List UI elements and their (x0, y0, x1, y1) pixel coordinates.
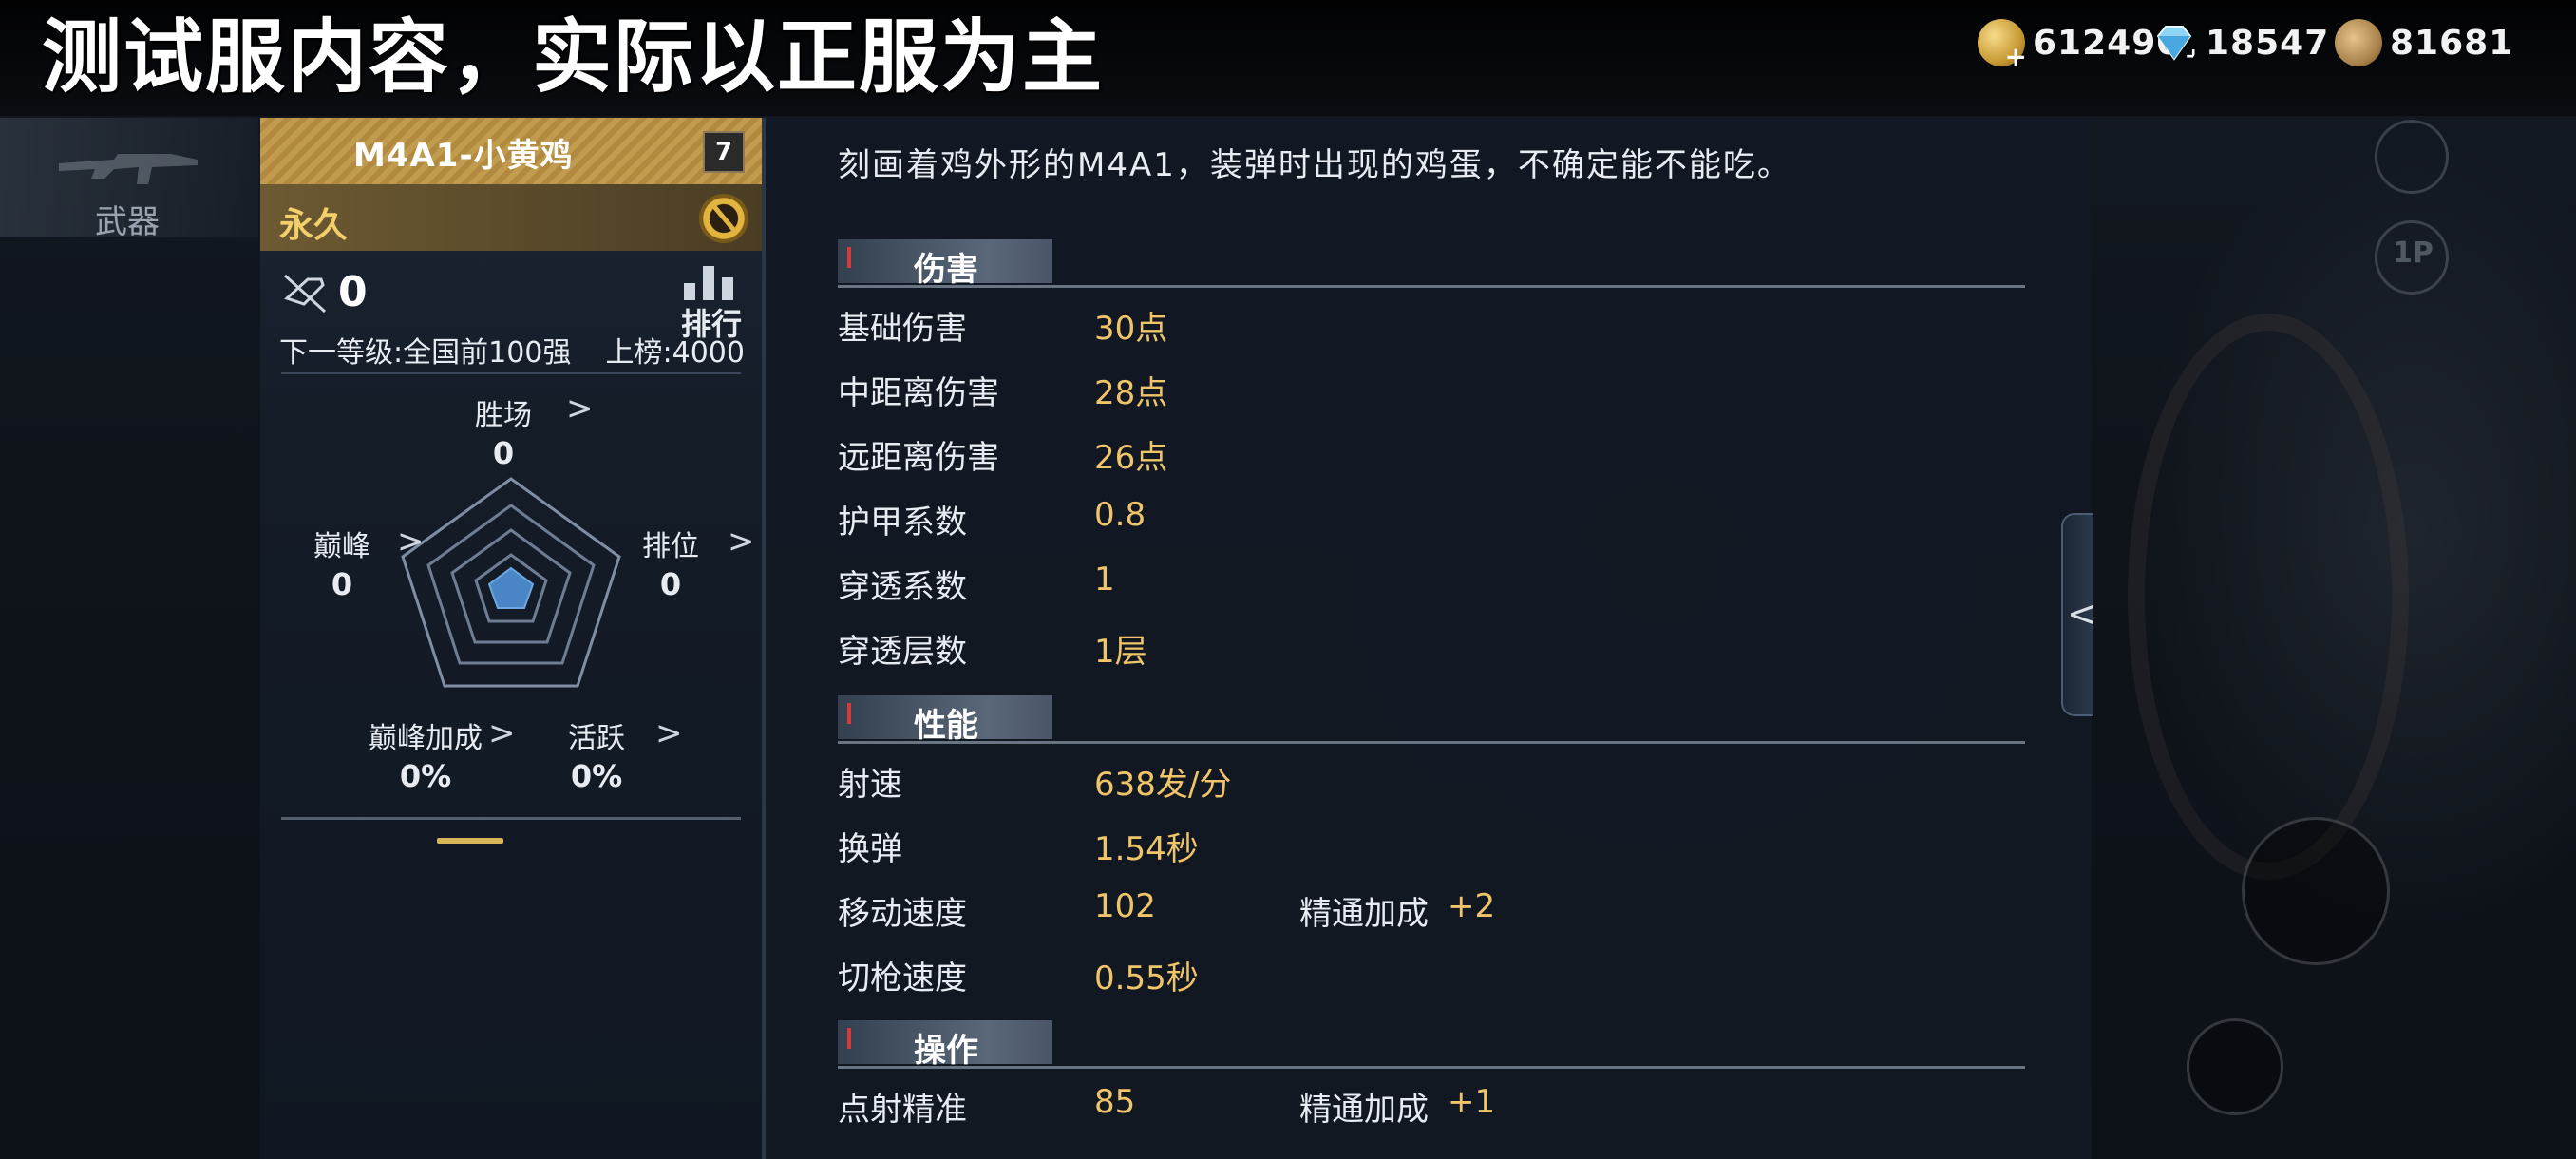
stat-activity-label: 活跃 (568, 722, 625, 755)
section-performance-header: 性能 (838, 695, 2025, 745)
rank-count: 0 (338, 268, 368, 316)
stat-key: 射速 (838, 766, 902, 804)
leaderboard-button[interactable]: 排行 (678, 262, 745, 342)
stat-key: 切枪速度 (838, 960, 967, 998)
mastery-badge-icon[interactable] (699, 194, 748, 243)
weapon-tab-label: 武器 (95, 203, 160, 241)
section-handling-title: 操作 (914, 1032, 978, 1070)
diamond-icon: + (2156, 26, 2198, 66)
weapon-level-badge: 7 (703, 131, 745, 173)
bg-target-ring (2128, 314, 2409, 880)
stat-peak-bonus[interactable]: 巅峰加成 0% (369, 714, 483, 794)
diamond-amount: 18547 (2206, 23, 2330, 63)
page-indicator (437, 838, 503, 844)
stat-key: 中距离伤害 (838, 374, 999, 412)
stat-key: 换弹 (838, 830, 902, 868)
stat-value: 30点 (1094, 310, 1168, 348)
stat-value: 638发/分 (1094, 766, 1232, 804)
stat-value: 1 (1094, 560, 1115, 598)
stat-value: 102 (1094, 887, 1156, 925)
stat-peak-value: 0 (331, 566, 353, 602)
radar-chart (401, 477, 621, 688)
stat-peak-label: 巅峰 (313, 530, 370, 563)
bg-view-mode-label: 1P (2393, 237, 2434, 270)
bg-knife-icon (2242, 817, 2390, 965)
stat-key: 移动速度 (838, 895, 967, 933)
stat-ranked-value: 0 (659, 566, 682, 602)
stat-value: 28点 (1094, 374, 1168, 412)
leaderboard-icon (678, 262, 745, 300)
rifle-icon (59, 154, 198, 184)
stat-wins-label: 胜场 (475, 399, 532, 432)
bg-settings-icon (2375, 120, 2449, 194)
stat-key: 点射精准 (838, 1091, 967, 1129)
mastery-bonus-value: +1 (1448, 1083, 1496, 1121)
duration-bar: 永久 (260, 184, 762, 251)
section-handling-header: 操作 (838, 1020, 2025, 1070)
stat-value: 0.55秒 (1094, 960, 1199, 998)
bg-view-mode-button: 1P (2375, 220, 2449, 294)
stat-activity-value: 0% (570, 758, 623, 794)
chevron-right-icon: > (566, 390, 594, 428)
chevron-right-icon: > (728, 522, 755, 560)
mastery-bonus-value: +2 (1448, 887, 1496, 925)
stat-wins-value: 0 (492, 435, 515, 471)
svg-text:+: + (2185, 45, 2198, 66)
stat-value: 0.8 (1094, 496, 1146, 534)
chevron-right-icon: > (397, 522, 425, 560)
medal-amount: 81681 (2390, 23, 2514, 63)
stat-key: 穿透系数 (838, 568, 967, 606)
weapon-name-bar: M4A1-小黄鸡 7 (260, 118, 762, 184)
crossed-gun-icon (283, 274, 327, 314)
mastery-bonus-label: 精通加成 (1299, 1091, 1429, 1129)
bg-swap-icon (2187, 1018, 2283, 1115)
stat-value: 1层 (1094, 633, 1147, 671)
weapon-details-panel[interactable]: 刻画着鸡外形的M4A1，装弹时出现的鸡蛋，不确定能不能吃。 伤害 基础伤害 30点… (764, 118, 2092, 1159)
rank-threshold: 上榜:4000 (605, 336, 745, 370)
stat-value: 85 (1094, 1083, 1136, 1121)
stat-activity[interactable]: 活跃 0% (568, 714, 625, 794)
weapon-description: 刻画着鸡外形的M4A1，装弹时出现的鸡蛋，不确定能不能吃。 (838, 146, 1791, 184)
section-damage-header: 伤害 (838, 239, 2025, 289)
stat-value: 1.54秒 (1094, 830, 1199, 868)
diamond-currency[interactable]: + 18547 (2150, 17, 2329, 68)
section-damage-title: 伤害 (914, 251, 978, 289)
duration-label: 永久 (279, 206, 349, 245)
stat-wins[interactable]: 胜场 0 (475, 391, 532, 471)
weapon-card: M4A1-小黄鸡 7 永久 0 排行 下一等级:全国前100强 上榜:4000 … (260, 118, 764, 1159)
stat-peak-bonus-value: 0% (399, 758, 452, 794)
stat-key: 穿透层数 (838, 633, 967, 671)
collapse-panel-button[interactable]: < (2061, 513, 2097, 716)
weapon-name: M4A1-小黄鸡 (353, 137, 574, 175)
divider (281, 817, 741, 820)
test-server-notice: 测试服内容，实际以正服为主 (42, 10, 1105, 104)
medal-icon (2335, 19, 2382, 66)
stat-peak[interactable]: 巅峰 0 (313, 522, 370, 602)
mastery-bonus-label: 精通加成 (1299, 895, 1429, 933)
weapon-tab[interactable]: 武器 (0, 118, 258, 241)
stat-ranked-label: 排位 (642, 530, 699, 563)
chevron-left-icon: < (2067, 593, 2097, 635)
medal-currency[interactable]: 81681 (2335, 17, 2513, 68)
stat-key: 远距离伤害 (838, 439, 999, 477)
stat-peak-bonus-label: 巅峰加成 (369, 722, 483, 755)
stat-key: 护甲系数 (838, 504, 967, 542)
chevron-right-icon: > (655, 714, 683, 752)
stat-ranked[interactable]: 排位 0 (642, 522, 699, 602)
stat-key: 基础伤害 (838, 310, 967, 348)
divider (281, 372, 741, 374)
gold-coin-icon (1978, 19, 2027, 72)
chevron-right-icon: > (488, 714, 516, 752)
next-level-text: 下一等级:全国前100强 (279, 336, 572, 370)
stat-value: 26点 (1094, 439, 1168, 477)
section-performance-title: 性能 (914, 707, 978, 745)
